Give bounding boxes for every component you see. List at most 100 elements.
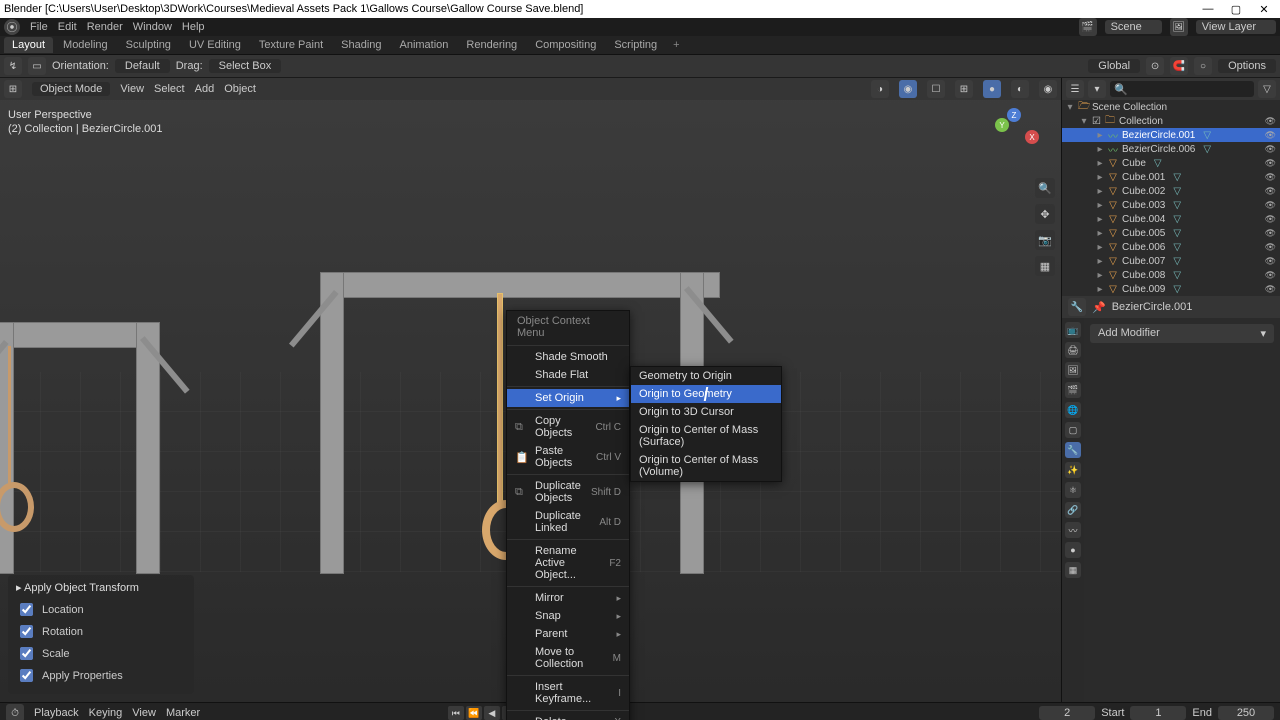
maximize-button[interactable]: ▢ [1224,3,1248,16]
add-workspace-button[interactable]: + [667,39,685,51]
zoom-icon[interactable]: 🔍 [1035,178,1055,198]
tab-modeling[interactable]: Modeling [55,37,116,53]
blender-icon[interactable]: ⦿ [4,19,20,35]
axis-y[interactable]: Y [995,118,1009,132]
tab-compositing[interactable]: Compositing [527,37,604,53]
play-reverse-icon[interactable]: ◀ [484,706,500,720]
ptab-object[interactable]: ▢ [1065,422,1081,438]
props-type-icon[interactable]: 🔧 [1068,298,1086,316]
ptab-modifiers[interactable]: 🔧 [1065,442,1081,458]
tab-scripting[interactable]: Scripting [606,37,665,53]
gizmo-toggle-icon[interactable]: ◑ [871,80,889,98]
proportional-icon[interactable]: ○ [1194,57,1212,75]
ctx-shade-flat[interactable]: Shade Flat [507,366,629,384]
outliner-cube-003[interactable]: ▸▽Cube.003▽👁 [1062,198,1280,212]
ptab-particles[interactable]: ✨ [1065,462,1081,478]
display-mode-icon[interactable]: ▾ [1088,80,1106,98]
cursor-tool-icon[interactable]: ↯ [4,57,22,75]
menu-edit[interactable]: Edit [58,21,77,33]
apply-location[interactable]: Location [16,600,186,619]
axis-x[interactable]: X [1025,130,1039,144]
apply-rotation[interactable]: Rotation [16,622,186,641]
playback-menu[interactable]: Playback [34,707,79,719]
ptab-output[interactable]: 🖨 [1065,342,1081,358]
outliner-cube-004[interactable]: ▸▽Cube.004▽👁 [1062,212,1280,226]
start-frame[interactable]: 1 [1130,706,1186,720]
transform-orientation[interactable]: Global [1088,59,1140,73]
close-button[interactable]: ✕ [1252,3,1276,16]
scene-collection-row[interactable]: ▾🗁Scene Collection [1062,100,1280,114]
ptab-scene[interactable]: 🎬 [1065,382,1081,398]
outliner-type-icon[interactable]: ☰ [1066,80,1084,98]
overlay-toggle-icon[interactable]: ◉ [899,80,917,98]
outliner-cube-001[interactable]: ▸▽Cube.001▽👁 [1062,170,1280,184]
ctx-move-to-collection[interactable]: Move to CollectionM [507,643,629,673]
outliner-beziercircle-006[interactable]: ▸〰BezierCircle.006▽👁 [1062,142,1280,156]
outliner[interactable]: ▾🗁Scene Collection ▾☑🗀Collection👁 ▸〰Bezi… [1062,100,1280,296]
ctx-copy-objects[interactable]: ⧉Copy ObjectsCtrl C [507,412,629,442]
options-dropdown[interactable]: Options [1218,59,1276,73]
tab-layout[interactable]: Layout [4,37,53,53]
add-modifier-button[interactable]: Add Modifier▾ [1090,324,1274,343]
tab-uv[interactable]: UV Editing [181,37,249,53]
xray-icon[interactable]: ☐ [927,80,945,98]
outliner-cube-006[interactable]: ▸▽Cube.006▽👁 [1062,240,1280,254]
add-menu[interactable]: Add [195,83,215,95]
shading-matprev-icon[interactable]: ◐ [1011,80,1029,98]
pivot-icon[interactable]: ⊙ [1146,57,1164,75]
end-frame[interactable]: 250 [1218,706,1274,720]
submenu-origin-to-center-of-mass-surface-[interactable]: Origin to Center of Mass (Surface) [631,421,781,451]
shading-wire-icon[interactable]: ⊞ [955,80,973,98]
ctx-duplicate-objects[interactable]: ⧉Duplicate ObjectsShift D [507,477,629,507]
editor-type-icon[interactable]: ⊞ [4,80,22,98]
perspective-icon[interactable]: ▦ [1035,256,1055,276]
ptab-material[interactable]: ● [1065,542,1081,558]
mode-dropdown[interactable]: Object Mode [32,82,110,96]
menu-render[interactable]: Render [87,21,123,33]
marker-menu[interactable]: Marker [166,707,200,719]
submenu-origin-to-center-of-mass-volume-[interactable]: Origin to Center of Mass (Volume) [631,451,781,481]
submenu-geometry-to-origin[interactable]: Geometry to Origin [631,367,781,385]
keying-menu[interactable]: Keying [89,707,123,719]
menu-file[interactable]: File [30,21,48,33]
ctx-insert-keyframe-[interactable]: Insert Keyframe...I [507,678,629,708]
ptab-render[interactable]: 📺 [1065,322,1081,338]
timeline-view-menu[interactable]: View [132,707,156,719]
ctx-shade-smooth[interactable]: Shade Smooth [507,348,629,366]
drag-dropdown[interactable]: Select Box [209,59,282,73]
ctx-snap[interactable]: Snap [507,607,629,625]
ptab-texture[interactable]: ▦ [1065,562,1081,578]
tab-shading[interactable]: Shading [333,37,389,53]
select-tool-icon[interactable]: ▭ [28,57,46,75]
ptab-world[interactable]: 🌐 [1065,402,1081,418]
ctx-duplicate-linked[interactable]: Duplicate LinkedAlt D [507,507,629,537]
pin-icon[interactable]: 📌 [1092,301,1106,314]
outliner-search[interactable]: 🔍 [1110,81,1254,97]
ptab-data[interactable]: 〰 [1065,522,1081,538]
shading-solid-icon[interactable]: ● [983,80,1001,98]
apply-properties[interactable]: Apply Properties [16,666,186,685]
filter-icon[interactable]: ▽ [1258,80,1276,98]
object-menu[interactable]: Object [224,83,256,95]
tab-sculpting[interactable]: Sculpting [118,37,179,53]
minimize-button[interactable]: — [1196,3,1220,16]
outliner-beziercircle-001[interactable]: ▸〰BezierCircle.001▽👁 [1062,128,1280,142]
outliner-cube-005[interactable]: ▸▽Cube.005▽👁 [1062,226,1280,240]
jump-start-icon[interactable]: ⏮ [448,706,464,720]
tab-rendering[interactable]: Rendering [458,37,525,53]
current-frame[interactable]: 2 [1039,706,1095,720]
tab-texpaint[interactable]: Texture Paint [251,37,331,53]
apply-panel-title[interactable]: ▸ Apply Object Transform [16,581,186,594]
ctx-mirror[interactable]: Mirror [507,589,629,607]
ctx-set-origin[interactable]: Set Origin [507,389,629,407]
shading-rendered-icon[interactable]: ◉ [1039,80,1057,98]
orientation-dropdown[interactable]: Default [115,59,170,73]
menu-window[interactable]: Window [133,21,172,33]
submenu-origin-to-3d-cursor[interactable]: Origin to 3D Cursor [631,403,781,421]
timeline-type-icon[interactable]: ⏱ [6,704,24,720]
outliner-cube[interactable]: ▸▽Cube▽👁 [1062,156,1280,170]
ptab-viewlayer[interactable]: 🖼 [1065,362,1081,378]
ptab-physics[interactable]: ⚛ [1065,482,1081,498]
viewlayer-selector[interactable]: View Layer [1196,20,1276,34]
menu-help[interactable]: Help [182,21,205,33]
